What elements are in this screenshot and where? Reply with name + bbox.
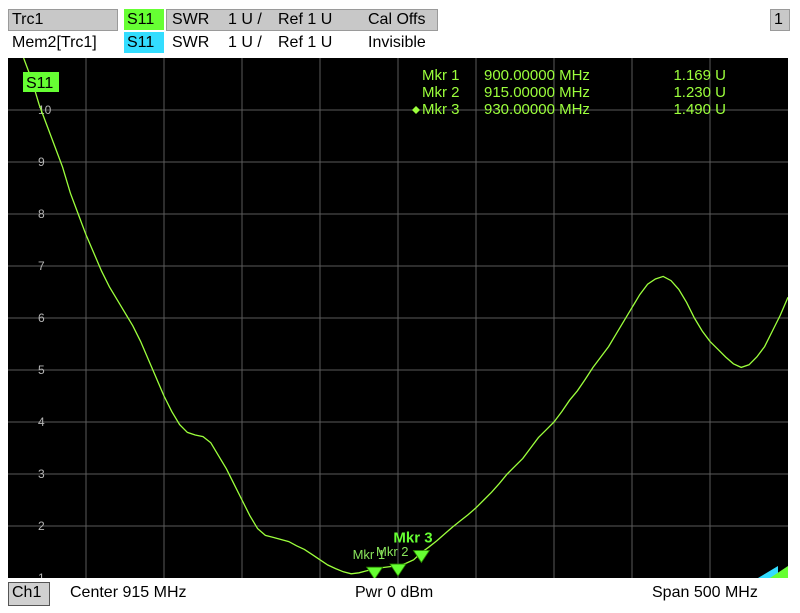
marker-3-symbol[interactable]: [412, 550, 431, 564]
center-frequency[interactable]: Center 915 MHz: [70, 581, 187, 605]
y-tick-label: 3: [38, 467, 45, 481]
channel-label: Ch1: [12, 584, 42, 601]
marker-table-value: 1.490 U: [673, 101, 726, 118]
window-number: 1: [774, 11, 783, 28]
marker-1-symbol[interactable]: [365, 566, 384, 578]
marker-table: Mkr 1 900.00000 MHz 1.169 U Mkr 2 915.00000 …: [412, 67, 726, 118]
marker-table-label[interactable]: Mkr 2: [422, 84, 460, 101]
trace2-ref: Ref 1 U: [278, 34, 333, 51]
source-power[interactable]: Pwr 0 dBm: [355, 581, 433, 605]
grid: [8, 58, 788, 578]
trace-layer: [22, 58, 788, 575]
y-tick-label: 4: [38, 415, 45, 429]
y-tick-labels: 1 2 3 4 5 6 7 8 9 10: [38, 103, 52, 578]
y-tick-label: 6: [38, 311, 45, 325]
trace-s11-line[interactable]: [22, 58, 788, 575]
marker-table-value: 1.169 U: [673, 67, 726, 84]
y-tick-label: 5: [38, 363, 45, 377]
y-tick-label: 7: [38, 259, 45, 273]
chart-svg: 12345678910 Mkr 1Mkr 2Mkr 3 S11 Mkr 1 900…: [8, 58, 788, 578]
y-tick-label: 2: [38, 519, 45, 533]
plot-area[interactable]: 1 2 3 4 5 6 7 8 9 10 Mkr 1 Mkr 2 Mkr 3 S11 Mkr 1 900…: [8, 58, 788, 578]
trace-legend-label: S11: [26, 75, 53, 92]
trace1-status: Cal Offs: [368, 11, 426, 28]
trace1-scale: 1 U /: [228, 11, 262, 28]
trace1-format: SWR: [172, 11, 210, 28]
vna-window: Trc1 S11 SWR 1 U / Ref 1 U Cal Offs 1 Me…: [0, 0, 800, 613]
y-tick-label: 10: [38, 103, 52, 117]
marker-table-frequency: 900.00000 MHz: [484, 67, 590, 84]
trace2-scale: 1 U /: [228, 34, 262, 51]
marker-table-value: 1.230 U: [673, 84, 726, 101]
trace1-ref: Ref 1 U: [278, 11, 333, 28]
marker-2-symbol[interactable]: [389, 563, 407, 577]
ref-indicators: [758, 566, 788, 578]
trace2-format: SWR: [172, 34, 210, 51]
trace2-status: Invisible: [368, 34, 426, 51]
trace2-param: S11: [127, 34, 155, 51]
trace1-name: Trc1: [12, 11, 44, 28]
trace2-name: Mem2[Trc1]: [12, 34, 97, 51]
frequency-span[interactable]: Span 500 MHz: [652, 581, 758, 605]
y-tick-label: 8: [38, 207, 45, 221]
y-tick-label: 9: [38, 155, 45, 169]
marker-table-frequency: 915.00000 MHz: [484, 84, 590, 101]
trace-legend: S11: [23, 72, 59, 92]
marker-table-label[interactable]: Mkr 1: [422, 67, 460, 84]
active-marker-indicator: [412, 106, 420, 114]
marker-table-label[interactable]: Mkr 3: [422, 101, 460, 118]
marker-3-tag: Mkr 3: [393, 530, 432, 547]
marker-table-frequency: 930.00000 MHz: [484, 101, 590, 118]
y-tick-label: 1: [38, 571, 45, 578]
trace1-param: S11: [127, 11, 155, 28]
